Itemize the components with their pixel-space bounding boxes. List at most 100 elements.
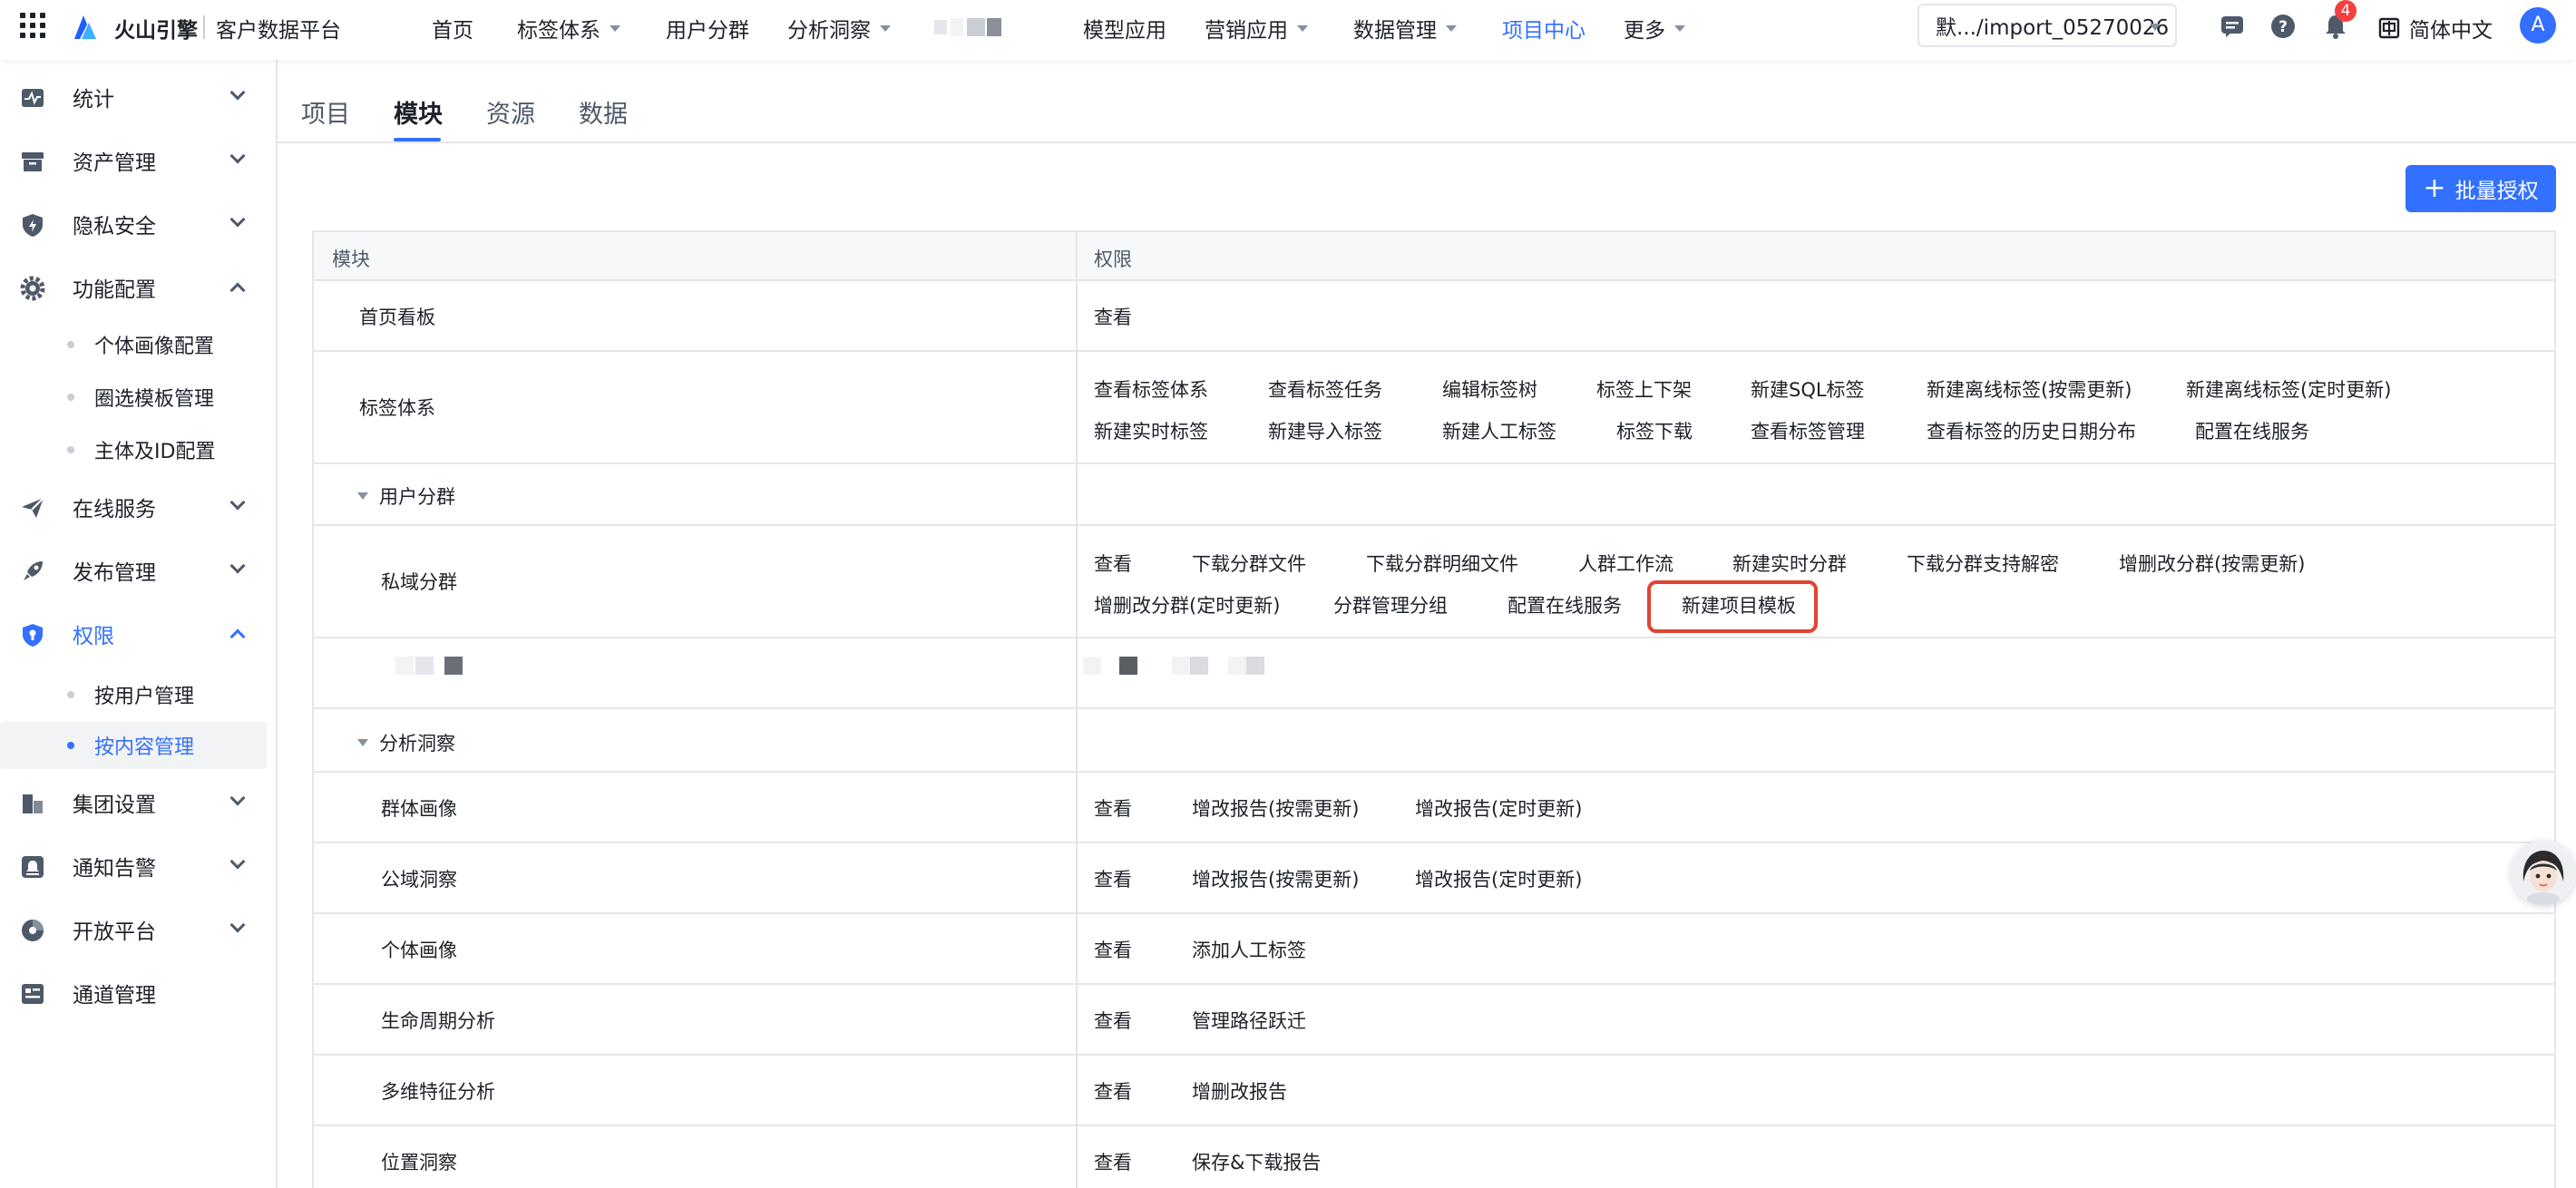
- caret-down-icon: [357, 492, 368, 500]
- permission-item[interactable]: 查看: [1094, 1077, 1132, 1105]
- tab-module[interactable]: 模块: [394, 94, 443, 130]
- permission-item[interactable]: 查看: [1094, 1007, 1132, 1034]
- nav-segments-label: 用户分群: [666, 19, 749, 43]
- permission-item[interactable]: 查看: [1094, 936, 1132, 963]
- tab-project[interactable]: 项目: [301, 94, 350, 130]
- sidebar-item-channel[interactable]: 通道管理: [0, 967, 278, 1019]
- permission-item[interactable]: 查看标签体系: [1094, 375, 1208, 403]
- nav-segments[interactable]: 用户分群: [666, 13, 749, 44]
- nav-home[interactable]: 首页: [432, 13, 473, 44]
- permission-item[interactable]: 新建实时分群: [1732, 550, 1847, 577]
- project-selector[interactable]: 默.../import_05270026: [1917, 4, 2177, 47]
- permission-item[interactable]: 查看: [1094, 1148, 1132, 1175]
- permission-item[interactable]: 查看: [1094, 794, 1132, 822]
- table-row: 私域分群 查看 下载分群文件 下载分群明细文件 人群工作流 新建实时分群 下载分…: [314, 526, 2554, 638]
- help-icon[interactable]: ?: [2269, 13, 2297, 40]
- bullet-icon: [67, 341, 74, 348]
- language-switcher[interactable]: 简体中文: [2378, 13, 2493, 44]
- table-group-row[interactable]: 分析洞察: [314, 709, 2554, 773]
- nav-tags[interactable]: 标签体系: [517, 13, 620, 44]
- sidebar-item-notification[interactable]: 通知告警: [0, 840, 278, 892]
- sidebar-item-online-service[interactable]: 在线服务: [0, 481, 278, 533]
- permission-item[interactable]: 保存&下载报告: [1192, 1148, 1321, 1175]
- permission-item[interactable]: 增改报告(按需更新): [1192, 865, 1359, 892]
- chevron-down-icon: [610, 24, 620, 32]
- permission-item[interactable]: 新建导入标签: [1268, 417, 1382, 444]
- nav-insight[interactable]: 分析洞察: [787, 13, 891, 44]
- permission-item[interactable]: 新建实时标签: [1094, 417, 1208, 444]
- permission-item[interactable]: 增删改报告: [1192, 1077, 1287, 1105]
- permission-item[interactable]: 配置在线服务: [1508, 591, 1622, 618]
- sidebar-item-label: 功能配置: [73, 278, 156, 302]
- permission-item[interactable]: 增改报告(定时更新): [1415, 865, 1582, 892]
- sidebar-subitem-by-user[interactable]: 按用户管理: [0, 671, 267, 718]
- permission-item[interactable]: 新建离线标签(定时更新): [2186, 375, 2391, 403]
- sidebar-item-permission[interactable]: 权限: [0, 608, 278, 660]
- nav-data[interactable]: 数据管理: [1353, 13, 1457, 44]
- redacted-block: [1083, 657, 1101, 675]
- permission-item[interactable]: 查看: [1094, 303, 1132, 330]
- chevron-down-icon: [2150, 24, 2161, 31]
- permission-item[interactable]: 管理路径跃迁: [1192, 1007, 1306, 1034]
- sidebar-subitem-template-manage[interactable]: 圈选模板管理: [0, 374, 267, 421]
- caret-down-icon: [357, 739, 368, 746]
- sidebar-subitem-by-content[interactable]: 按内容管理: [0, 722, 267, 769]
- nav-models[interactable]: 模型应用: [1083, 13, 1166, 44]
- permission-item[interactable]: 配置在线服务: [2195, 417, 2309, 444]
- sidebar-item-group-settings[interactable]: 集团设置: [0, 776, 278, 829]
- permission-item[interactable]: 新建人工标签: [1442, 417, 1556, 444]
- sidebar-subitem-entity-id-config[interactable]: 主体及ID配置: [0, 426, 267, 473]
- permission-item[interactable]: 查看标签管理: [1751, 417, 1865, 444]
- sidebar-item-release[interactable]: 发布管理: [0, 544, 278, 597]
- tab-resource[interactable]: 资源: [486, 94, 535, 130]
- nav-more[interactable]: 更多: [1624, 13, 1685, 44]
- redacted-nav-item[interactable]: [934, 18, 1007, 36]
- sidebar-item-open-platform[interactable]: 开放平台: [0, 903, 278, 956]
- permission-item[interactable]: 添加人工标签: [1192, 936, 1306, 963]
- permission-item[interactable]: 下载分群文件: [1192, 550, 1306, 577]
- permission-item[interactable]: 编辑标签树: [1442, 375, 1537, 403]
- permission-item[interactable]: 查看: [1094, 865, 1132, 892]
- send-icon: [22, 497, 44, 518]
- permission-item[interactable]: 查看标签的历史日期分布: [1927, 417, 2136, 444]
- nav-marketing-label: 营销应用: [1205, 19, 1288, 43]
- chevron-down-icon: [229, 790, 246, 806]
- bullet-icon: [67, 742, 74, 749]
- permission-item[interactable]: 增改报告(按需更新): [1192, 794, 1359, 822]
- sidebar-subitem-portrait-config[interactable]: 个体画像配置: [0, 321, 267, 368]
- chevron-down-icon: [1674, 24, 1685, 32]
- assistant-avatar-button[interactable]: [2511, 840, 2576, 905]
- permission-item[interactable]: 分群管理分组: [1333, 591, 1448, 618]
- nav-project-center[interactable]: 项目中心: [1502, 13, 1586, 44]
- app-grid-icon[interactable]: [20, 13, 45, 38]
- permission-item[interactable]: 查看: [1094, 550, 1132, 577]
- sidebar-item-stats[interactable]: 统计: [0, 71, 278, 123]
- permission-item[interactable]: 下载分群明细文件: [1366, 550, 1518, 577]
- permission-item[interactable]: 增删改分群(按需更新): [2119, 550, 2305, 577]
- sidebar-subitem-label: 主体及ID配置: [94, 441, 216, 463]
- group-toggle[interactable]: 分析洞察: [357, 729, 455, 756]
- table-group-row[interactable]: 用户分群: [314, 464, 2554, 526]
- permission-item[interactable]: 标签上下架: [1596, 375, 1692, 403]
- group-toggle[interactable]: 用户分群: [357, 482, 455, 510]
- sidebar-item-function-config[interactable]: 功能配置: [0, 261, 278, 314]
- module-name: 用户分群: [379, 486, 455, 508]
- permission-item[interactable]: 增删改分群(定时更新): [1094, 591, 1280, 618]
- nav-insight-label: 分析洞察: [787, 19, 871, 43]
- nav-marketing[interactable]: 营销应用: [1205, 13, 1308, 44]
- sidebar-subitem-label: 按用户管理: [94, 686, 195, 708]
- permission-item[interactable]: 新建离线标签(按需更新): [1927, 375, 2132, 403]
- permission-item[interactable]: 标签下载: [1616, 417, 1693, 444]
- message-icon[interactable]: [2219, 13, 2246, 40]
- permission-item[interactable]: 下载分群支持解密: [1907, 550, 2059, 577]
- sidebar-item-assets[interactable]: 资产管理: [0, 134, 278, 187]
- permission-item[interactable]: 人群工作流: [1578, 550, 1673, 577]
- tab-data[interactable]: 数据: [579, 94, 628, 130]
- user-avatar[interactable]: A: [2520, 7, 2556, 44]
- table-row: 位置洞察 查看 保存&下载报告: [314, 1126, 2554, 1188]
- permission-item[interactable]: 新建SQL标签: [1751, 375, 1865, 403]
- permission-item[interactable]: 增改报告(定时更新): [1415, 794, 1582, 822]
- permission-item[interactable]: 查看标签任务: [1268, 375, 1382, 403]
- sidebar-item-privacy[interactable]: 隐私安全: [0, 198, 278, 250]
- batch-authorize-button[interactable]: + 批量授权: [2405, 165, 2556, 212]
